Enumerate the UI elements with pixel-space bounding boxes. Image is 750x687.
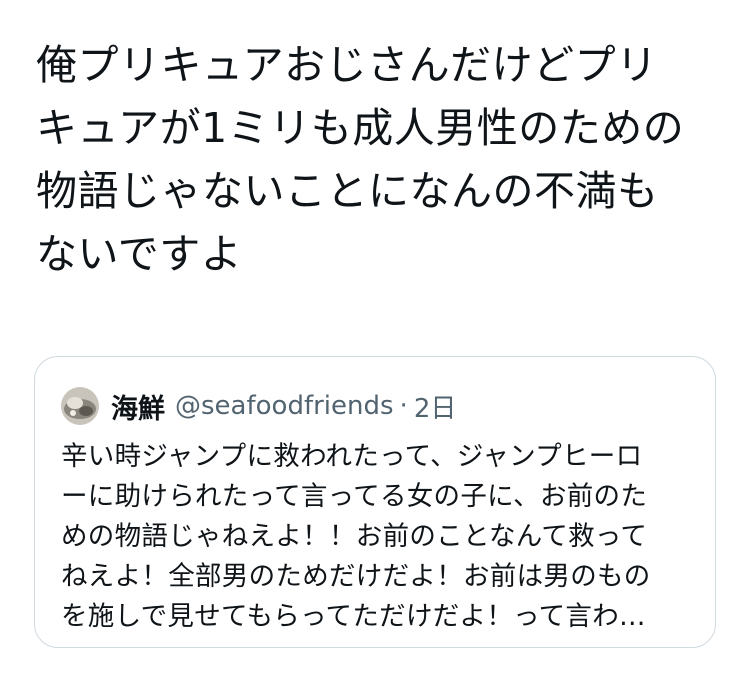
quoted-tweet-card[interactable]: 海鮮 @seafoodfriends · 2日 辛い時ジャンプに救われたって、ジ… [34, 356, 716, 648]
quoted-timestamp[interactable]: 2日 [414, 388, 457, 425]
quoted-tweet-text: 辛い時ジャンプに救われたって、ジャンプヒーロ ーに助けられたって言ってる女の子に… [61, 441, 651, 632]
quoted-handle[interactable]: @seafoodfriends [175, 391, 394, 421]
avatar[interactable] [61, 387, 99, 425]
quoted-tweet-header: 海鮮 @seafoodfriends · 2日 [61, 385, 456, 427]
tweet-text: 俺プリキュアおじさんだけどプリ キュアが1ミリも成人男性のための 物語じゃないこ… [36, 41, 685, 278]
quoted-display-name[interactable]: 海鮮 [111, 387, 165, 426]
separator-dot: · [399, 391, 408, 421]
